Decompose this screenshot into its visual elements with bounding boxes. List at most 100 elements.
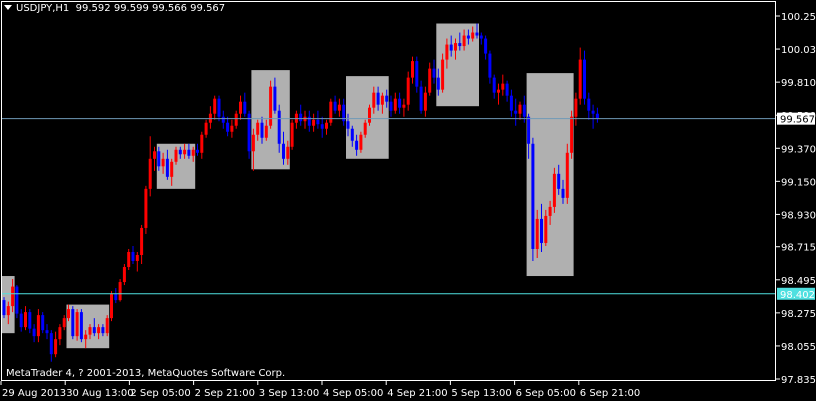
candle-body: [277, 110, 281, 144]
candle-body: [570, 116, 574, 153]
candle-body: [393, 98, 397, 111]
candle: [204, 119, 208, 138]
candle-body: [518, 104, 522, 114]
candle-body: [178, 149, 182, 155]
candle-body: [540, 218, 543, 243]
candle: [135, 251, 139, 272]
candle: [337, 98, 341, 117]
candle-body: [372, 92, 376, 108]
y-tick-label: 98.275: [781, 309, 816, 320]
candle-body: [299, 113, 303, 122]
candle-body: [247, 113, 251, 152]
candle-body: [19, 313, 23, 328]
candle-body: [127, 251, 131, 268]
candle-body: [484, 38, 488, 54]
candle-body: [273, 86, 277, 111]
x-tick-label: 6 Sep 21:00: [580, 388, 640, 399]
candle-body: [497, 89, 500, 93]
chart-header: USDJPY,H1 99.592 99.599 99.566 99.567: [4, 3, 225, 14]
candle: [239, 95, 242, 120]
candle-body: [243, 101, 247, 114]
candle: [359, 131, 363, 153]
candle-body: [49, 333, 53, 355]
candle-body: [269, 86, 273, 126]
candle-body: [333, 101, 337, 111]
candle-body: [62, 318, 66, 328]
candle: [2, 297, 6, 319]
candle: [411, 56, 414, 84]
candle-body: [587, 98, 591, 111]
candle: [114, 288, 118, 304]
candle: [54, 331, 58, 358]
candle-body: [75, 312, 79, 337]
candle-body: [591, 110, 595, 114]
candle-body: [428, 68, 432, 93]
y-tick-label: 99.370: [781, 144, 816, 155]
candle: [415, 56, 419, 93]
candle-body: [471, 32, 475, 39]
candle: [49, 330, 53, 362]
y-tick-label: 98.495: [781, 276, 816, 287]
candle: [127, 248, 131, 271]
candle-body: [79, 312, 83, 340]
candle-body: [389, 101, 393, 111]
candle: [565, 143, 569, 204]
candle: [36, 309, 40, 343]
candle-body: [574, 98, 578, 117]
candle-body: [260, 122, 264, 138]
candle: [333, 95, 337, 114]
candle: [299, 104, 303, 126]
dropdown-triangle-icon[interactable]: [4, 5, 12, 10]
candle: [58, 324, 62, 346]
candle-body: [183, 149, 187, 155]
candle-body: [522, 104, 526, 117]
x-tick-label: 29 Aug 2013: [2, 388, 66, 399]
candle: [148, 136, 152, 197]
y-tick-label: 100.030: [781, 45, 816, 56]
x-tick-label: 3 Sep 13:00: [259, 388, 319, 399]
candle: [591, 104, 595, 129]
candle: [196, 143, 199, 156]
candle: [221, 110, 225, 129]
candle-body: [368, 107, 371, 123]
candle-body: [479, 35, 483, 39]
candle-body: [316, 119, 320, 125]
candle-body: [118, 282, 122, 301]
candle-body: [290, 122, 294, 147]
candle: [226, 116, 230, 137]
candle-body: [110, 294, 113, 319]
candle-body: [58, 327, 62, 340]
candle-body: [557, 173, 561, 189]
candle: [406, 71, 410, 111]
candle-body: [239, 101, 242, 114]
candle: [583, 50, 586, 105]
chart-frame: [1, 1, 776, 381]
candle: [243, 92, 247, 117]
candle: [122, 264, 126, 286]
price-chart[interactable]: 100.250100.03099.81099.59099.37099.15098…: [0, 0, 816, 401]
ohlc-values: 99.592 99.599 99.566 99.567: [75, 3, 226, 14]
candle-body: [187, 149, 191, 156]
candle-body: [36, 315, 40, 337]
candle: [15, 285, 19, 319]
candle-body: [320, 124, 324, 129]
candle: [578, 47, 582, 105]
y-tick-label: 97.835: [781, 375, 816, 386]
candle-body: [312, 119, 316, 126]
candle-body: [92, 327, 96, 334]
candle-body: [148, 158, 152, 189]
price-axis: 100.250100.03099.81099.59099.37099.15098…: [776, 12, 816, 386]
candle: [110, 291, 113, 322]
candle-body: [105, 318, 109, 334]
candle-body: [88, 327, 92, 335]
candle-body: [114, 294, 118, 301]
candle: [316, 110, 320, 129]
candle: [307, 110, 311, 132]
copyright-text: MetaTrader 4, ? 2001-2013, MetaQuotes So…: [6, 368, 286, 379]
candle-body: [501, 83, 505, 90]
candle-body: [135, 254, 139, 262]
candle-body: [578, 59, 582, 99]
candle-body: [282, 143, 285, 159]
candle: [479, 32, 483, 45]
candle-body: [264, 125, 268, 138]
